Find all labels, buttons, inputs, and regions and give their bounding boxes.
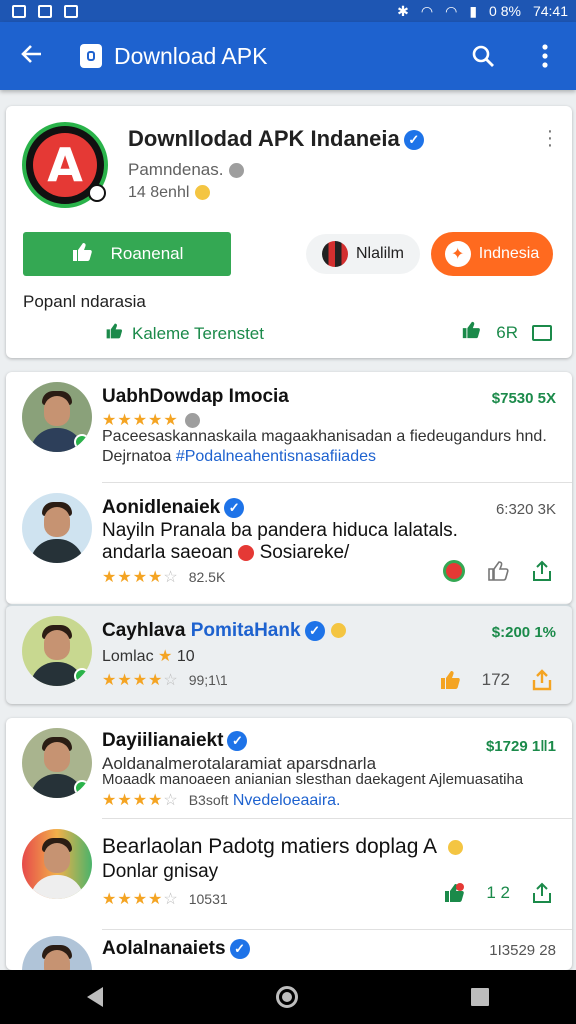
star-rating: ★★★★☆ bbox=[102, 569, 179, 586]
like-count: 172 bbox=[481, 670, 510, 689]
primary-button[interactable]: Roanenal bbox=[23, 232, 231, 276]
status-bar: ✱ ◠ ◠ ▮ 0 8% 74:41 bbox=[0, 0, 576, 22]
star-rating: ★★★★☆ bbox=[102, 672, 179, 689]
share-icon[interactable] bbox=[530, 559, 554, 583]
avatar bbox=[22, 493, 92, 563]
hashtag-link[interactable]: #Podalneahentisnasafiiades bbox=[176, 448, 376, 465]
list-item[interactable]: Aonidlenaiek ✓ 6:320 3K Nayiln Pranala ba… bbox=[6, 483, 572, 604]
star-rating: ★★★★★ bbox=[102, 412, 179, 429]
app-stats: 6R bbox=[460, 320, 552, 345]
language-button[interactable]: ✦ Indnesia bbox=[431, 232, 553, 276]
info-icon bbox=[229, 163, 245, 179]
review-list-highlighted: Cayhlava PomitaHank ✓ $:200 1% Lomlac ★ 1… bbox=[6, 604, 572, 704]
app-title: Downllodad APK Indaneia ✓ bbox=[128, 126, 424, 152]
screen-icon[interactable] bbox=[532, 324, 552, 341]
notification-badge-icon[interactable] bbox=[442, 559, 466, 583]
avatar bbox=[22, 936, 92, 970]
list-item[interactable]: Bearlaolan Padotg matiers doplag A Donla… bbox=[6, 819, 572, 929]
popular-label: Popanl ndarasia bbox=[23, 292, 146, 311]
app-card: A Downllodad APK Indaneia ✓ Pamndenas. 14… bbox=[6, 106, 572, 358]
app-rating: 14 8enhl bbox=[128, 184, 211, 202]
stat-value: 6R bbox=[496, 322, 518, 342]
emoji-icon bbox=[195, 185, 211, 201]
verified-icon: ✓ bbox=[224, 497, 245, 518]
clock: 74:41 bbox=[532, 3, 568, 19]
star-rating: ★★★★☆ bbox=[102, 891, 179, 908]
apk-icon bbox=[80, 44, 102, 68]
review-list: Dayiilianaiekt ✓ $1729 1‖1 Aoldanalmerota… bbox=[6, 718, 572, 970]
thumbs-up-outline-icon[interactable] bbox=[486, 559, 510, 583]
avatar bbox=[22, 382, 92, 452]
share-icon[interactable] bbox=[530, 881, 554, 905]
app-subtitle: Pamndenas. bbox=[128, 160, 245, 180]
emoji-icon bbox=[330, 623, 346, 639]
thumbs-up-icon[interactable] bbox=[460, 320, 482, 345]
verified-icon: ✓ bbox=[229, 938, 250, 959]
more-vert-icon[interactable] bbox=[514, 44, 576, 68]
flag-icon bbox=[322, 241, 348, 267]
like-count: 1 2 bbox=[486, 883, 510, 902]
signal-icon: ▮ bbox=[469, 2, 478, 19]
notification-icon bbox=[38, 4, 52, 18]
wifi-icon: ◠ bbox=[445, 2, 458, 19]
list-item[interactable]: UabhDowdap Imocia $7530 5X ★★★★★ Paceesa… bbox=[6, 372, 572, 482]
card-menu-icon[interactable]: · · · bbox=[546, 121, 554, 155]
compass-icon: ✦ bbox=[444, 241, 471, 267]
nav-recents-icon[interactable] bbox=[471, 988, 490, 1006]
avatar bbox=[22, 728, 92, 798]
list-item[interactable]: Dayiilianaiekt ✓ $1729 1‖1 Aoldanalmerota… bbox=[6, 718, 572, 818]
list-item[interactable]: Aolalnanaiets ✓ 1I3529 28 bbox=[6, 930, 572, 970]
thumbs-up-icon bbox=[104, 322, 124, 345]
badge-icon bbox=[238, 544, 255, 561]
review-list: UabhDowdap Imocia $7530 5X ★★★★★ Paceesa… bbox=[6, 372, 572, 604]
avatar bbox=[22, 616, 92, 686]
verified-icon: ✓ bbox=[304, 620, 325, 641]
list-item[interactable]: Cayhlava PomitaHank ✓ $:200 1% Lomlac ★ 1… bbox=[6, 606, 572, 704]
hashtag-link[interactable]: Nvedeloeaaira. bbox=[233, 792, 341, 809]
secondary-button[interactable]: Nlalilm bbox=[306, 234, 420, 274]
image-icon bbox=[64, 4, 78, 18]
system-nav-bar bbox=[0, 970, 576, 1024]
bluetooth-icon: ✱ bbox=[397, 2, 409, 19]
nav-back-icon[interactable] bbox=[86, 987, 103, 1007]
verified-icon: ✓ bbox=[227, 730, 248, 751]
wifi-icon: ◠ bbox=[420, 2, 434, 19]
back-arrow-icon[interactable] bbox=[0, 40, 64, 72]
battery-level: 0 8% bbox=[489, 3, 521, 19]
notification-icon bbox=[12, 4, 26, 18]
star-rating: ★★★★☆ bbox=[102, 792, 179, 809]
app-logo: A bbox=[22, 122, 108, 208]
thumbs-up-icon[interactable] bbox=[438, 668, 462, 692]
notification-badge-icon[interactable] bbox=[442, 881, 466, 905]
thumbs-up-icon bbox=[71, 241, 93, 268]
search-icon[interactable] bbox=[452, 44, 514, 68]
verified-icon: ✓ bbox=[403, 130, 424, 151]
avatar bbox=[22, 829, 92, 899]
emoji-icon bbox=[447, 839, 463, 855]
page-title: Download APK bbox=[114, 42, 268, 69]
app-bar: Download APK bbox=[0, 22, 576, 90]
nav-home-icon[interactable] bbox=[275, 986, 298, 1008]
category-link[interactable]: Kaleme Terenstet bbox=[104, 322, 264, 345]
info-icon bbox=[184, 413, 200, 429]
share-icon[interactable] bbox=[530, 668, 554, 692]
